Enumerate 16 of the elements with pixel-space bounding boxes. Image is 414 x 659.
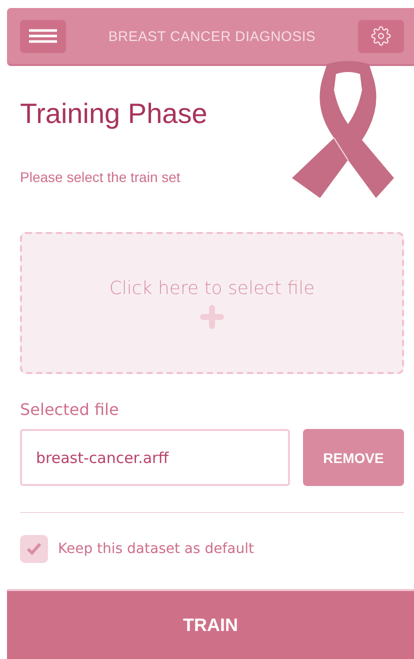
- menu-button[interactable]: [20, 20, 66, 52]
- train-button[interactable]: TRAIN: [7, 589, 414, 659]
- app-title: BREAST CANCER DIAGNOSIS: [108, 28, 316, 44]
- selected-file-field[interactable]: breast-cancer.arff: [20, 429, 290, 486]
- file-dropzone[interactable]: Click here to select file: [20, 232, 404, 374]
- plus-icon: [200, 304, 224, 328]
- page-title: Training Phase: [20, 98, 208, 130]
- settings-button[interactable]: [358, 20, 404, 52]
- default-checkbox-label: Keep this dataset as default: [58, 541, 254, 557]
- menu-icon: [29, 29, 57, 43]
- instruction-text: Please select the train set: [20, 169, 182, 185]
- checkmark-icon: [26, 542, 42, 556]
- remove-button[interactable]: REMOVE: [303, 429, 404, 486]
- selected-file-label: Selected file: [20, 400, 120, 419]
- settings-icon: [370, 26, 391, 46]
- default-checkbox[interactable]: [20, 535, 48, 563]
